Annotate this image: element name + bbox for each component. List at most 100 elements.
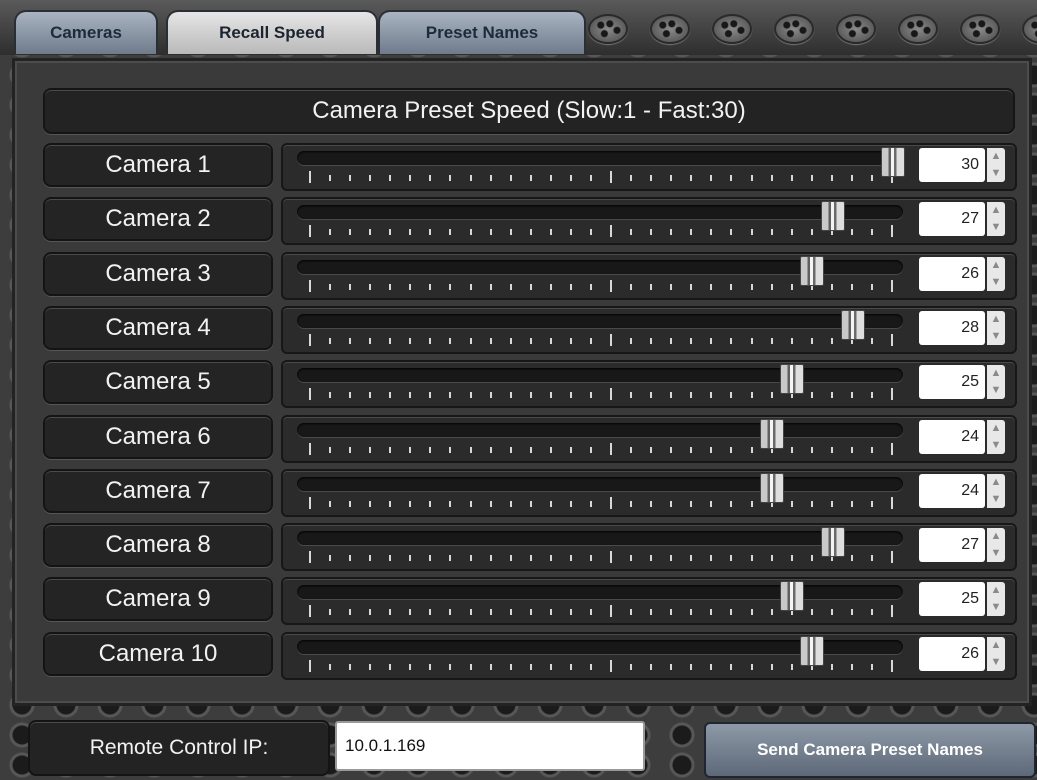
slider-tick: [369, 609, 371, 615]
speed-slider[interactable]: 30 ▲ ▼: [281, 143, 1017, 191]
slider-tick: [570, 501, 572, 507]
speed-slider[interactable]: 26 ▲ ▼: [281, 632, 1017, 680]
slider-tick: [811, 229, 813, 235]
slider-tick: [710, 447, 712, 453]
speed-slider[interactable]: 26 ▲ ▼: [281, 252, 1017, 300]
speed-value-field[interactable]: 28: [919, 311, 985, 345]
slider-tick: [811, 555, 813, 561]
chevron-down-icon[interactable]: ▼: [987, 382, 1005, 399]
chevron-down-icon[interactable]: ▼: [987, 437, 1005, 454]
chevron-down-icon[interactable]: ▼: [987, 274, 1005, 291]
slider-tick: [590, 447, 592, 453]
tab-preset-names[interactable]: Preset Names: [378, 10, 586, 54]
slider-tick: [389, 447, 391, 453]
slider-tick: [570, 664, 572, 670]
slider-tick: [791, 555, 793, 561]
slider-tick: [710, 229, 712, 235]
chevron-down-icon[interactable]: ▼: [987, 165, 1005, 182]
slider-thumb[interactable]: [841, 310, 865, 340]
speed-value-field[interactable]: 27: [919, 528, 985, 562]
speed-slider[interactable]: 25 ▲ ▼: [281, 577, 1017, 625]
chevron-down-icon[interactable]: ▼: [987, 219, 1005, 236]
chevron-up-icon[interactable]: ▲: [987, 257, 1005, 274]
slider-tick: [550, 664, 552, 670]
speed-value-field[interactable]: 25: [919, 582, 985, 616]
slider-tick: [570, 555, 572, 561]
spinner-buttons: ▲ ▼: [987, 474, 1005, 508]
slider-tick: [309, 388, 311, 400]
speed-value-field[interactable]: 26: [919, 637, 985, 671]
slider-tick: [490, 609, 492, 615]
slider-tick: [429, 338, 431, 344]
tab-cameras[interactable]: Cameras: [14, 10, 158, 54]
chevron-up-icon[interactable]: ▲: [987, 637, 1005, 654]
slider-tick: [530, 609, 532, 615]
slider-tick: [349, 555, 351, 561]
slider-tick: [650, 284, 652, 290]
speed-value-field[interactable]: 30: [919, 148, 985, 182]
slider-tick: [449, 175, 451, 181]
slider-tick: [650, 338, 652, 344]
chevron-down-icon[interactable]: ▼: [987, 654, 1005, 671]
slider-tick: [811, 392, 813, 398]
speed-value-field[interactable]: 27: [919, 202, 985, 236]
slider-thumb[interactable]: [780, 581, 804, 611]
slider-tick: [429, 555, 431, 561]
slider-tick: [730, 229, 732, 235]
tab-recall-speed[interactable]: Recall Speed: [166, 10, 378, 54]
speed-value-field[interactable]: 25: [919, 365, 985, 399]
slider-tick: [710, 501, 712, 507]
slider-thumb[interactable]: [780, 364, 804, 394]
slider-thumb[interactable]: [821, 527, 845, 557]
chevron-up-icon[interactable]: ▲: [987, 420, 1005, 437]
chevron-up-icon[interactable]: ▲: [987, 365, 1005, 382]
speed-slider[interactable]: 25 ▲ ▼: [281, 360, 1017, 408]
slider-tick: [630, 284, 632, 290]
speed-slider[interactable]: 27 ▲ ▼: [281, 197, 1017, 245]
remote-ip-input[interactable]: [335, 721, 645, 771]
slider-tick: [891, 605, 893, 617]
speed-value-field[interactable]: 26: [919, 257, 985, 291]
slider-thumb[interactable]: [760, 419, 784, 449]
chevron-down-icon[interactable]: ▼: [987, 545, 1005, 562]
slider-tick: [730, 664, 732, 670]
slider-tick: [349, 229, 351, 235]
decorative-grille: [588, 14, 1037, 44]
chevron-up-icon[interactable]: ▲: [987, 202, 1005, 219]
chevron-up-icon[interactable]: ▲: [987, 311, 1005, 328]
speed-slider[interactable]: 24 ▲ ▼: [281, 469, 1017, 517]
slider-tick: [530, 447, 532, 453]
chevron-down-icon[interactable]: ▼: [987, 599, 1005, 616]
slider-tick: [570, 229, 572, 235]
slider-thumb[interactable]: [800, 256, 824, 286]
slider-thumb[interactable]: [800, 636, 824, 666]
slider-tick: [610, 497, 612, 509]
speed-value-field[interactable]: 24: [919, 420, 985, 454]
speed-slider[interactable]: 24 ▲ ▼: [281, 415, 1017, 463]
speed-slider[interactable]: 27 ▲ ▼: [281, 523, 1017, 571]
send-preset-names-button[interactable]: Send Camera Preset Names: [704, 722, 1036, 778]
chevron-down-icon[interactable]: ▼: [987, 491, 1005, 508]
slider-tick: [831, 447, 833, 453]
spinner-buttons: ▲ ▼: [987, 528, 1005, 562]
slider-tick: [369, 664, 371, 670]
grille-hole-icon: [650, 14, 690, 44]
slider-tick: [610, 660, 612, 672]
slider-thumb[interactable]: [821, 201, 845, 231]
slider-thumb[interactable]: [760, 473, 784, 503]
chevron-up-icon[interactable]: ▲: [987, 474, 1005, 491]
chevron-down-icon[interactable]: ▼: [987, 328, 1005, 345]
slider-tick: [550, 447, 552, 453]
slider-tick: [570, 338, 572, 344]
slider-tick: [530, 664, 532, 670]
speed-value-field[interactable]: 24: [919, 474, 985, 508]
chevron-up-icon[interactable]: ▲: [987, 528, 1005, 545]
chevron-up-icon[interactable]: ▲: [987, 148, 1005, 165]
speed-slider[interactable]: 28 ▲ ▼: [281, 306, 1017, 354]
slider-tick: [550, 229, 552, 235]
spinner-buttons: ▲ ▼: [987, 637, 1005, 671]
slider-tick: [670, 392, 672, 398]
slider-thumb[interactable]: [881, 147, 905, 177]
chevron-up-icon[interactable]: ▲: [987, 582, 1005, 599]
slider-tick: [630, 447, 632, 453]
